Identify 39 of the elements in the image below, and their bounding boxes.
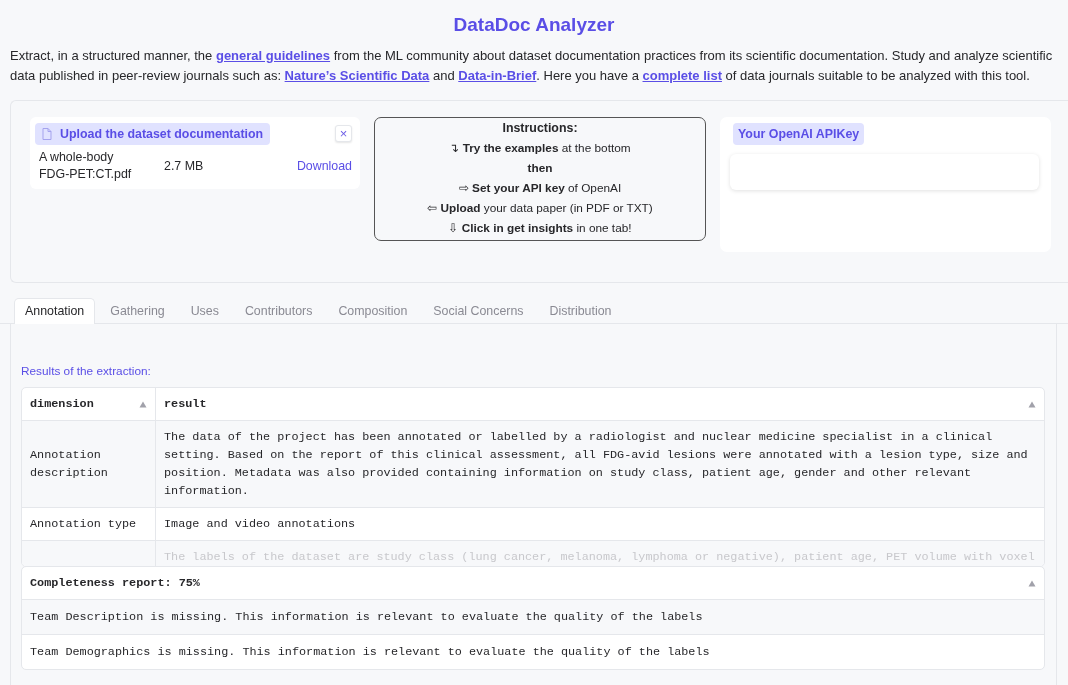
table-cell-text: Image and video annotations [164, 516, 356, 533]
text-link[interactable]: complete list [642, 68, 722, 83]
sort-caret-icon[interactable] [139, 400, 147, 408]
tab[interactable]: Social Concerns [422, 298, 535, 324]
instruction-line: then [527, 161, 553, 175]
tab[interactable]: Composition [327, 298, 419, 324]
instructions-title: Instructions: [502, 121, 578, 135]
app-title: DataDoc Analyzer [452, 14, 616, 36]
instruction-line: ⇩ Click in get insights in one tab! [448, 221, 632, 235]
table-cell-text: Team Demographics is missing. This information is relevant to evaluate the quality of the labels [30, 644, 710, 661]
remove-file-button[interactable]: × [335, 125, 352, 142]
tab[interactable]: Uses [179, 298, 230, 324]
intro-paragraph: Extract, in a structured manner, the general guidelines from the ML community about dataset documentation practices from its scientific documentation. Study and analyze scientific data published in peer-review journals such as: Nature’s Scientific Data and Data-in-Brief. Here you have a complete list of data journals suitable to be analyzed with this tool. [10, 47, 1054, 85]
sort-caret-icon[interactable] [1028, 579, 1036, 587]
tab[interactable]: Annotation [14, 298, 96, 324]
file-size: 2.7 MB [164, 159, 205, 173]
table-cell-text: Annotation description [30, 447, 109, 482]
tab[interactable]: Distribution [538, 298, 623, 324]
text-link[interactable]: general guidelines [215, 48, 331, 63]
column-header: dimension [30, 396, 94, 413]
tab[interactable]: Contributors [233, 298, 324, 324]
column-header: result [164, 396, 207, 413]
table-cell-text: Team Description is missing. This information is relevant to evaluate the quality of the labels [30, 609, 703, 626]
instruction-line: ⇦ Upload your data paper (in PDF or TXT) [427, 201, 653, 215]
file-name: A whole-body FDG-PET:CT.pdf [39, 149, 133, 183]
table-cell-text: The data of the project has been annotated or labelled by a radiologist and nuclear medicine specialist in a clinical setting. Based on the report of this clinical assessment, all FDG-avid lesions were annotated with a lesion type, size and position. Metadata was also provided containing information on study class, patient age, gender and other relevant information. [164, 429, 1029, 500]
tab[interactable]: Gathering [99, 298, 176, 324]
instruction-line: ↴ Try the examples at the bottom [449, 141, 631, 155]
upload-label: Upload the dataset documentation [35, 123, 271, 145]
api-key-label: Your OpenAI APIKey [733, 123, 865, 145]
instruction-line: ⇨ Set your API key of OpenAI [458, 181, 622, 195]
column-header: Completeness report: 75% [30, 575, 200, 592]
results-label: Results of the extraction: [21, 364, 152, 378]
table-cell-text: Annotation type [30, 516, 137, 533]
file-icon [42, 128, 52, 140]
sort-caret-icon[interactable] [1028, 400, 1036, 408]
text-link[interactable]: Data-in-Brief [458, 68, 537, 83]
text-link[interactable]: Nature’s Scientific Data [284, 68, 430, 83]
download-link[interactable]: Download [296, 159, 352, 173]
